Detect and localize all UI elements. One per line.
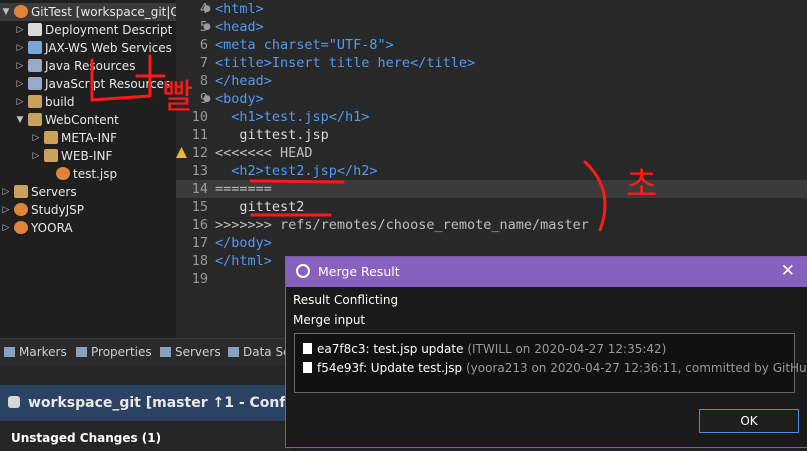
commit-id: f54e93f: Update test.jsp: [317, 361, 463, 375]
ok-button[interactable]: OK: [699, 409, 799, 433]
result-label: Result: [293, 293, 331, 307]
commit-icon: [303, 362, 312, 373]
commit-id: ea7f8c3: test.jsp update: [317, 342, 464, 356]
commit-meta: (ITWILL on 2020-04-27 12:35:42): [467, 342, 667, 356]
commit-meta: (yoora213 on 2020-04-27 12:36:11, commit…: [465, 361, 807, 375]
annotation-text: 빨: [162, 77, 193, 117]
commit-icon: [303, 343, 312, 354]
result-value: Conflicting: [334, 293, 399, 307]
list-item[interactable]: f54e93f: Update test.jsp (yoora213 on 20…: [303, 361, 807, 375]
bracket-stroke: [90, 54, 152, 102]
paren-stroke: [583, 160, 607, 232]
annotation-text: 초: [626, 165, 657, 205]
merge-input-list[interactable]: ea7f8c3: test.jsp update (ITWILL on 2020…: [294, 333, 807, 393]
dialog-titlebar[interactable]: Merge Result ✕: [286, 257, 807, 287]
merge-result-dialog: Merge Result ✕ Result Conflicting Merge …: [285, 256, 807, 448]
dialog-title: Merge Result: [318, 264, 400, 279]
list-item[interactable]: ea7f8c3: test.jsp update (ITWILL on 2020…: [303, 342, 666, 356]
gear-icon: [296, 264, 310, 278]
close-icon[interactable]: ✕: [781, 261, 795, 281]
underline-stroke: [249, 179, 345, 184]
merge-input-label: Merge input: [293, 313, 366, 327]
